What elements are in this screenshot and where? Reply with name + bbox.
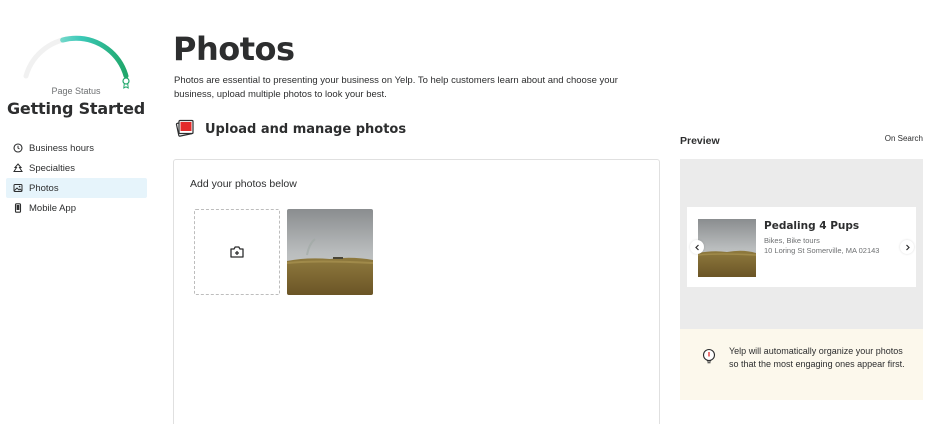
phone-icon [13,203,23,213]
lightbulb-icon [702,348,716,364]
tip-box: Yelp will automatically organize your ph… [680,329,923,400]
add-photo-icon [230,246,244,258]
chevron-right-icon [905,244,910,250]
previous-photo-button[interactable] [690,240,704,254]
landscape-photo [698,219,756,277]
section-header: Upload and manage photos [175,118,406,140]
sidebar-item-photos[interactable]: Photos [6,178,147,198]
business-address: 10 Loring St Somerville, MA 02143 [764,246,880,255]
sidebar-item-mobile-app[interactable]: Mobile App [6,198,147,218]
photos-icon [175,119,194,137]
sidebar-item-business-hours[interactable]: Business hours [6,138,147,158]
tip-text: Yelp will automatically organize your ph… [729,346,905,369]
preview-label: Preview [680,135,720,147]
image-icon [13,183,23,193]
page-status-gauge [23,35,130,89]
business-categories: Bikes, Bike tours [764,236,820,245]
page-status-label: Page Status [51,86,101,96]
preview-mode: On Search [884,134,923,143]
card-title: Add your photos below [190,178,297,190]
chevron-left-icon [694,244,699,250]
business-photo [698,219,756,277]
next-photo-button[interactable] [900,240,914,254]
sidebar: Page Status Getting Started Business hou… [0,0,160,424]
page-description: Photos are essential to presenting your … [174,75,618,100]
page-title: Photos [173,30,295,68]
page-status-value: Getting Started [7,99,145,118]
add-photo-button[interactable] [194,209,280,295]
business-name: Pedaling 4 Pups [764,220,860,232]
business-card: Pedaling 4 Pups Bikes, Bike tours 10 Lor… [687,207,916,287]
preview-stage: Pedaling 4 Pups Bikes, Bike tours 10 Lor… [680,159,923,329]
sidebar-item-label: Specialties [29,162,75,174]
sidebar-nav: Business hours Specialties Photos Mobile… [6,138,147,218]
uploaded-photo[interactable] [287,209,373,295]
section-title: Upload and manage photos [205,121,407,137]
specialties-icon [13,163,23,173]
landscape-photo [287,209,373,295]
sidebar-item-label: Photos [29,182,59,194]
sidebar-item-specialties[interactable]: Specialties [6,158,147,178]
sidebar-item-label: Mobile App [29,202,77,214]
sidebar-item-label: Business hours [29,142,94,154]
upload-card: Add your photos below [173,159,660,424]
clock-icon [13,143,23,153]
